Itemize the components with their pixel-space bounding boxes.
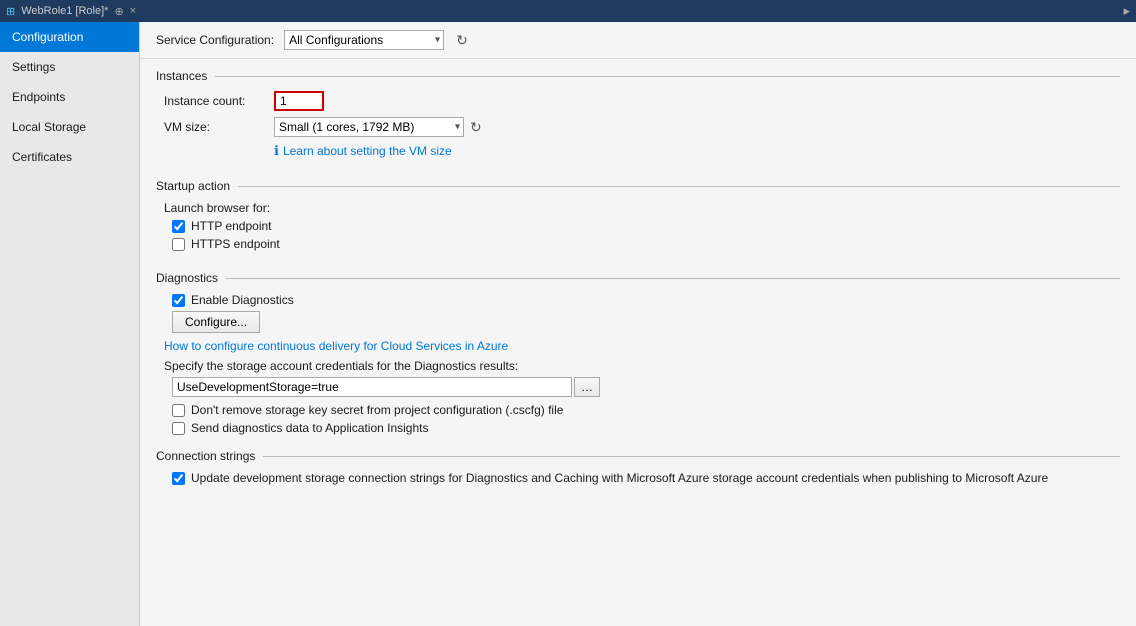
- startup-header-text: Startup action: [156, 179, 230, 193]
- storage-account-input[interactable]: [172, 377, 572, 397]
- instance-count-label: Instance count:: [164, 94, 274, 108]
- connection-strings-divider: [263, 456, 1120, 457]
- startup-divider: [238, 186, 1120, 187]
- send-to-insights-label: Send diagnostics data to Application Ins…: [191, 421, 429, 435]
- vm-size-refresh-button[interactable]: ↻: [468, 119, 484, 136]
- http-endpoint-label: HTTP endpoint: [191, 219, 272, 233]
- vm-size-select-wrapper: Small (1 cores, 1792 MB) Medium (2 cores…: [274, 117, 464, 137]
- service-config-label: Service Configuration:: [156, 33, 274, 47]
- cloud-services-link[interactable]: How to configure continuous delivery for…: [156, 339, 1120, 353]
- diagnostics-section: Diagnostics Enable Diagnostics Configure…: [140, 261, 1136, 445]
- http-endpoint-checkbox[interactable]: [172, 220, 185, 233]
- diagnostics-header-text: Diagnostics: [156, 271, 218, 285]
- instances-divider: [215, 76, 1120, 77]
- send-to-insights-row: Send diagnostics data to Application Ins…: [156, 421, 1120, 435]
- http-endpoint-row: HTTP endpoint: [156, 219, 1120, 233]
- vm-size-label: VM size:: [164, 120, 274, 134]
- sidebar-item-settings[interactable]: Settings: [0, 52, 139, 82]
- vm-size-link[interactable]: Learn about setting the VM size: [283, 144, 452, 158]
- instances-section-header: Instances: [156, 69, 1120, 83]
- vm-link-row: ℹ Learn about setting the VM size: [156, 143, 1120, 159]
- startup-action-section: Startup action Launch browser for: HTTP …: [140, 169, 1136, 261]
- launch-browser-label: Launch browser for:: [156, 201, 1120, 215]
- title-bar-icon: ⊞: [6, 5, 15, 18]
- title-bar: ⊞ WebRole1 [Role]* ⊕ × ▸: [0, 0, 1136, 22]
- service-config-bar: Service Configuration: All Configuration…: [140, 22, 1136, 59]
- startup-section-header: Startup action: [156, 179, 1120, 193]
- sidebar-item-local-storage[interactable]: Local Storage: [0, 112, 139, 142]
- service-config-refresh-button[interactable]: ↻: [454, 32, 470, 49]
- instances-section: Instances Instance count: VM size: Small…: [140, 59, 1136, 169]
- send-to-insights-checkbox[interactable]: [172, 422, 185, 435]
- enable-diagnostics-label: Enable Diagnostics: [191, 293, 294, 307]
- service-config-select-wrapper: All Configurations Cloud Local: [284, 30, 444, 50]
- dont-remove-secret-row: Don't remove storage key secret from pro…: [156, 403, 1120, 417]
- update-connection-strings-checkbox[interactable]: [172, 472, 185, 485]
- content-area: Service Configuration: All Configuration…: [140, 22, 1136, 626]
- instances-header-text: Instances: [156, 69, 207, 83]
- connection-strings-section: Connection strings Update development st…: [140, 445, 1136, 495]
- service-config-select[interactable]: All Configurations Cloud Local: [284, 30, 444, 50]
- diagnostics-section-header: Diagnostics: [156, 271, 1120, 285]
- https-endpoint-checkbox[interactable]: [172, 238, 185, 251]
- storage-desc: Specify the storage account credentials …: [156, 359, 1120, 373]
- connection-strings-header: Connection strings: [156, 449, 1120, 463]
- sidebar: Configuration Settings Endpoints Local S…: [0, 22, 140, 626]
- diagnostics-divider: [226, 278, 1120, 279]
- title-bar-close[interactable]: ×: [130, 5, 136, 17]
- connection-strings-header-text: Connection strings: [156, 449, 255, 463]
- enable-diagnostics-row: Enable Diagnostics: [156, 293, 1120, 307]
- update-connection-strings-row: Update development storage connection st…: [156, 471, 1120, 485]
- vm-size-select[interactable]: Small (1 cores, 1792 MB) Medium (2 cores…: [274, 117, 464, 137]
- title-bar-pin[interactable]: ⊕: [114, 5, 123, 18]
- storage-input-row: …: [156, 377, 1120, 397]
- update-connection-strings-label: Update development storage connection st…: [191, 471, 1048, 485]
- dont-remove-secret-checkbox[interactable]: [172, 404, 185, 417]
- sidebar-item-endpoints[interactable]: Endpoints: [0, 82, 139, 112]
- instance-count-input[interactable]: [274, 91, 324, 111]
- vm-info-icon: ℹ: [274, 143, 279, 159]
- configure-button[interactable]: Configure...: [172, 311, 260, 333]
- instance-count-row: Instance count:: [156, 91, 1120, 111]
- dont-remove-secret-label: Don't remove storage key secret from pro…: [191, 403, 563, 417]
- title-bar-title: WebRole1 [Role]*: [21, 5, 108, 17]
- https-endpoint-label: HTTPS endpoint: [191, 237, 280, 251]
- sidebar-item-certificates[interactable]: Certificates: [0, 142, 139, 172]
- https-endpoint-row: HTTPS endpoint: [156, 237, 1120, 251]
- sidebar-item-configuration[interactable]: Configuration: [0, 22, 139, 52]
- storage-browse-button[interactable]: …: [574, 377, 600, 397]
- enable-diagnostics-checkbox[interactable]: [172, 294, 185, 307]
- title-bar-right[interactable]: ▸: [1123, 3, 1130, 19]
- vm-size-row: VM size: Small (1 cores, 1792 MB) Medium…: [156, 117, 1120, 137]
